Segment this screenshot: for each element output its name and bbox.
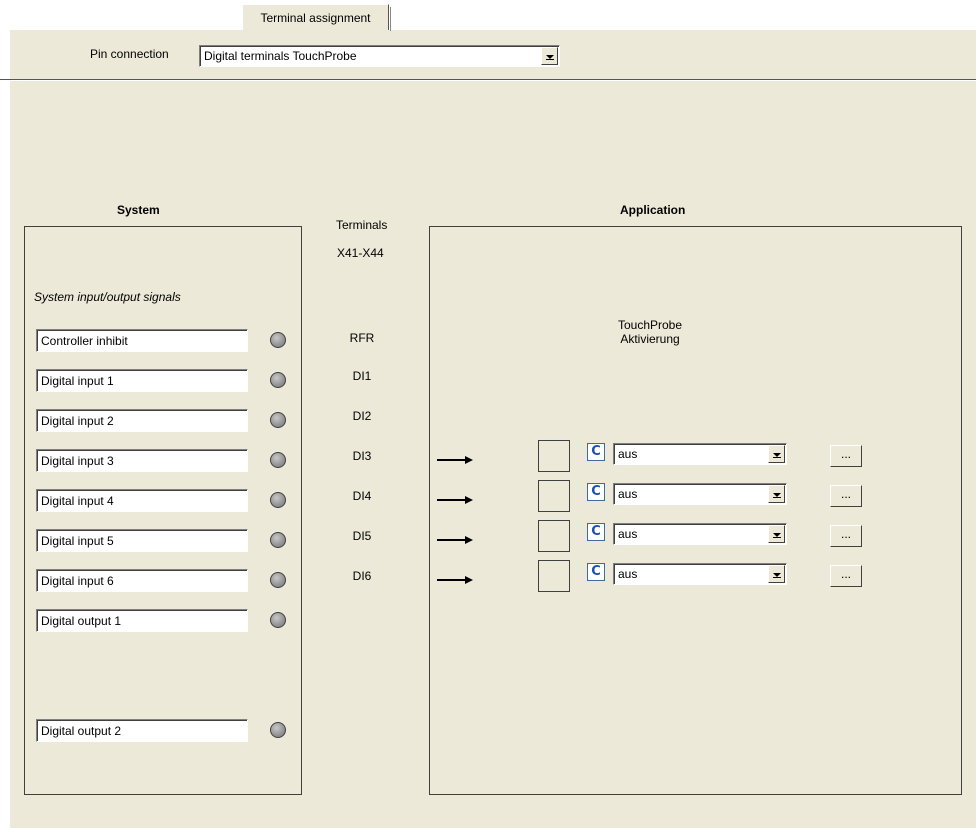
activation-value: aus xyxy=(618,527,638,541)
status-led-icon xyxy=(270,612,286,628)
terminal-label: DI1 xyxy=(352,369,372,383)
c-icon[interactable]: C xyxy=(587,443,605,461)
pin-connection-dropdown[interactable]: Digital terminals TouchProbe xyxy=(199,45,560,67)
signal-label: Digital input 6 xyxy=(41,574,114,588)
application-group xyxy=(429,226,962,795)
status-led-icon xyxy=(270,412,286,428)
terminals-range: X41-X44 xyxy=(337,246,384,260)
signal-field: Controller inhibit xyxy=(36,329,248,352)
application-heading: Application xyxy=(620,203,686,217)
terminal-label: DI2 xyxy=(352,409,372,423)
status-led-icon xyxy=(270,722,286,738)
status-led-icon xyxy=(270,372,286,388)
terminal-label: DI5 xyxy=(352,529,372,543)
signal-field: Digital output 1 xyxy=(36,609,248,632)
activation-value: aus xyxy=(618,567,638,581)
activation-value: aus xyxy=(618,487,638,501)
signal-label: Digital input 2 xyxy=(41,414,114,428)
terminals-heading: Terminals xyxy=(336,218,388,232)
signal-label: Digital output 1 xyxy=(41,614,122,628)
chevron-down-icon[interactable] xyxy=(768,445,785,463)
c-icon[interactable]: C xyxy=(587,563,605,581)
signal-label: Digital input 5 xyxy=(41,534,114,548)
system-heading: System xyxy=(117,203,160,217)
more-options-button[interactable]: ... xyxy=(830,445,862,467)
status-led-icon xyxy=(270,572,286,588)
signal-field: Digital input 3 xyxy=(36,449,248,472)
terminal-label: DI4 xyxy=(352,489,372,503)
pin-connection-label: Pin connection xyxy=(90,47,169,61)
c-icon[interactable]: C xyxy=(587,523,605,541)
status-led-icon xyxy=(270,532,286,548)
touchprobe-title: TouchProbe Aktivierung xyxy=(617,318,683,346)
signal-state-box xyxy=(538,520,570,552)
terminal-label: DI6 xyxy=(352,569,372,583)
signal-state-box xyxy=(538,480,570,512)
signal-state-box xyxy=(538,440,570,472)
activation-dropdown[interactable]: aus xyxy=(613,443,787,465)
arrow-right-icon xyxy=(437,576,473,584)
system-subheading: System input/output signals xyxy=(34,290,181,304)
divider-highlight xyxy=(0,80,976,81)
arrow-right-icon xyxy=(437,536,473,544)
more-options-button[interactable]: ... xyxy=(830,525,862,547)
activation-dropdown[interactable]: aus xyxy=(613,563,787,585)
status-led-icon xyxy=(270,452,286,468)
tab-terminal-assignment[interactable]: Terminal assignment xyxy=(242,4,391,31)
c-icon[interactable]: C xyxy=(587,483,605,501)
signal-label: Digital output 2 xyxy=(41,724,122,738)
status-led-icon xyxy=(270,492,286,508)
pin-connection-value: Digital terminals TouchProbe xyxy=(204,49,357,63)
chevron-down-icon[interactable] xyxy=(541,47,558,65)
signal-field: Digital input 6 xyxy=(36,569,248,592)
activation-dropdown[interactable]: aus xyxy=(613,523,787,545)
signal-field: Digital output 2 xyxy=(36,719,248,742)
signal-label: Digital input 1 xyxy=(41,374,114,388)
signal-field: Digital input 4 xyxy=(36,489,248,512)
signal-field: Digital input 5 xyxy=(36,529,248,552)
more-options-button[interactable]: ... xyxy=(830,485,862,507)
terminal-label: RFR xyxy=(349,331,375,345)
arrow-right-icon xyxy=(437,456,473,464)
chevron-down-icon[interactable] xyxy=(768,565,785,583)
activation-value: aus xyxy=(618,447,638,461)
signal-label: Controller inhibit xyxy=(41,334,128,348)
status-led-icon xyxy=(270,332,286,348)
chevron-down-icon[interactable] xyxy=(768,485,785,503)
terminal-label: DI3 xyxy=(352,449,372,463)
arrow-right-icon xyxy=(437,496,473,504)
signal-state-box xyxy=(538,560,570,592)
more-options-button[interactable]: ... xyxy=(830,565,862,587)
signal-field: Digital input 2 xyxy=(36,409,248,432)
chevron-down-icon[interactable] xyxy=(768,525,785,543)
signal-field: Digital input 1 xyxy=(36,369,248,392)
signal-label: Digital input 3 xyxy=(41,454,114,468)
signal-label: Digital input 4 xyxy=(41,494,114,508)
activation-dropdown[interactable]: aus xyxy=(613,483,787,505)
